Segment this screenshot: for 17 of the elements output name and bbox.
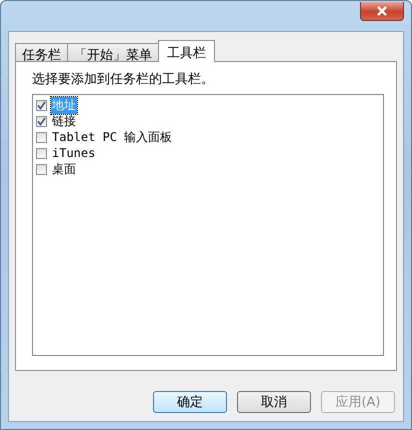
close-icon xyxy=(376,6,388,16)
tab[interactable]: 「开始」菜单 xyxy=(67,43,159,62)
toolbar-item[interactable]: iTunes xyxy=(51,146,96,160)
checkbox[interactable] xyxy=(36,100,47,110)
checkbox[interactable] xyxy=(36,148,47,158)
dialog-button[interactable]: 确定 xyxy=(153,391,227,413)
instruction-text: 选择要添加到任务栏的工具栏。 xyxy=(32,71,215,88)
tab[interactable]: 任务栏 xyxy=(15,43,68,62)
toolbar-item[interactable]: Tablet PC 输入面板 xyxy=(51,128,174,146)
checkbox[interactable] xyxy=(36,132,47,142)
checkbox[interactable] xyxy=(36,116,47,126)
close-button[interactable] xyxy=(360,2,404,21)
checkbox[interactable] xyxy=(36,164,47,174)
toolbar-item[interactable]: 链接 xyxy=(51,112,77,130)
tab[interactable]: 工具栏 xyxy=(158,40,215,62)
toolbar-item[interactable]: 桌面 xyxy=(51,160,77,178)
dialog-button[interactable]: 取消 xyxy=(237,391,311,413)
